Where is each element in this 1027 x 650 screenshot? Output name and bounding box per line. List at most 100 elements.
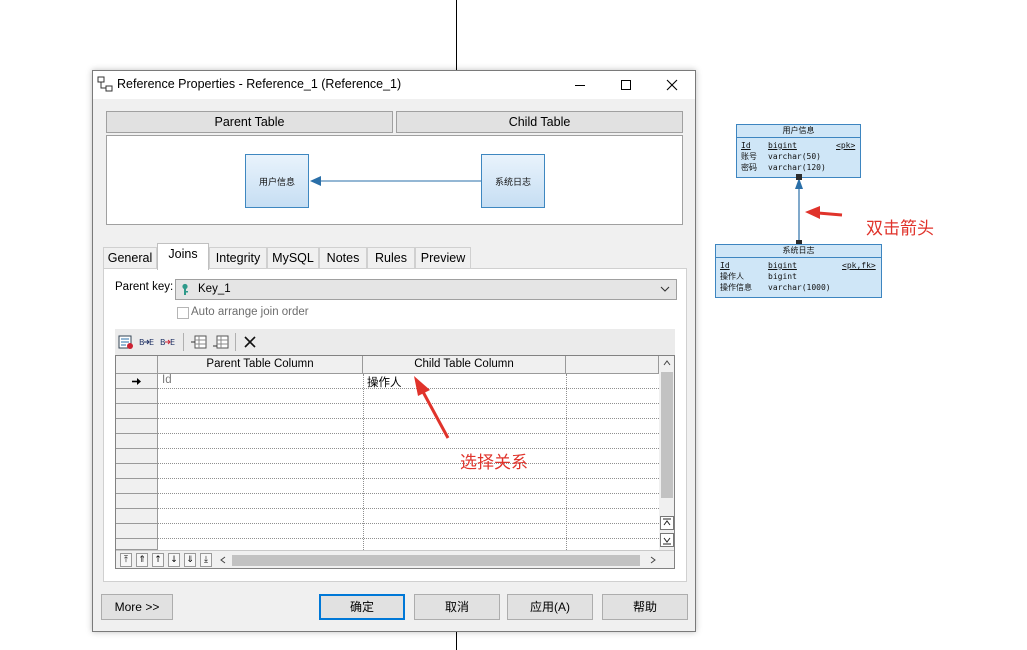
table-row[interactable] (158, 524, 659, 539)
reuse-columns-icon[interactable]: BE (139, 334, 155, 350)
scroll-up-icon[interactable] (663, 360, 671, 366)
log-col-key: <pk,fk> (842, 261, 876, 270)
tab-notes[interactable]: Notes (319, 247, 367, 269)
add-row-icon[interactable] (213, 334, 229, 350)
table-row[interactable] (158, 479, 659, 494)
scroll-thumb[interactable] (661, 372, 673, 498)
log-col-name: Id (720, 261, 730, 270)
parent-table-button[interactable]: Parent Table (106, 111, 393, 133)
more-button[interactable]: More >> (101, 594, 173, 620)
move-up-button[interactable]: ↑ (152, 553, 164, 567)
svg-text:B: B (160, 338, 166, 347)
apply-button[interactable]: 应用(A) (507, 594, 593, 620)
auto-arrange-label: Auto arrange join order (191, 306, 309, 318)
row-header[interactable] (116, 524, 158, 539)
reference-icon (97, 76, 113, 92)
parent-column-cell[interactable]: Id (162, 374, 172, 386)
move-bottom-button[interactable]: ⤓ (200, 553, 212, 567)
user-info-table-name: 用户信息 (737, 125, 860, 138)
delete-icon[interactable] (242, 334, 258, 350)
log-col-name: 操作信息 (720, 283, 752, 292)
insert-row-icon[interactable] (191, 334, 207, 350)
dialog-title: Reference Properties - Reference_1 (Refe… (117, 77, 402, 91)
user-info-table[interactable]: 用户信息 Id bigint <pk> 账号 varchar(50) 密码 va… (736, 124, 861, 178)
svg-text:E: E (149, 338, 154, 347)
diagram-parent-table[interactable]: 用户信息 (245, 154, 309, 208)
tab-integrity[interactable]: Integrity (209, 247, 267, 269)
row-header[interactable] (116, 434, 158, 449)
cancel-button[interactable]: 取消 (414, 594, 500, 620)
row-header-current[interactable] (116, 374, 158, 389)
system-log-table-name: 系统日志 (716, 245, 881, 258)
annotation-double-click: 双击箭头 (866, 219, 934, 239)
vertical-scrollbar[interactable] (659, 356, 674, 550)
key-icon (182, 283, 188, 295)
properties-icon[interactable] (118, 334, 134, 350)
move-down-page-button[interactable]: ⇓ (184, 553, 196, 567)
title-bar: Reference Properties - Reference_1 (Refe… (93, 71, 695, 99)
parent-column-header[interactable]: Parent Table Column (158, 356, 363, 374)
row-header[interactable] (116, 509, 158, 524)
tab-joins[interactable]: Joins (157, 243, 209, 270)
close-button[interactable] (649, 71, 695, 99)
canvas-line-bottom (456, 632, 457, 650)
arrow-right-icon (132, 378, 141, 385)
close-icon (666, 79, 678, 91)
help-button[interactable]: 帮助 (602, 594, 688, 620)
table-row[interactable] (158, 509, 659, 524)
table-row[interactable] (158, 449, 659, 464)
row-header[interactable] (116, 464, 158, 479)
row-header[interactable] (116, 539, 158, 550)
maximize-button[interactable] (603, 71, 649, 99)
row-header[interactable] (116, 419, 158, 434)
tab-mysql[interactable]: MySQL (267, 247, 319, 269)
tab-preview[interactable]: Preview (415, 247, 471, 269)
row-header[interactable] (116, 494, 158, 509)
user-col-type: varchar(50) (768, 152, 821, 161)
reference-diagram: 用户信息 系统日志 (106, 135, 683, 225)
toolbar-separator (183, 333, 184, 351)
user-col-key: <pk> (836, 141, 856, 150)
table-row[interactable] (158, 494, 659, 509)
auto-arrange-checkbox[interactable] (177, 307, 189, 319)
tab-general[interactable]: General (103, 247, 157, 269)
extra-column-header (566, 356, 659, 374)
scroll-left-icon[interactable] (220, 556, 226, 564)
user-col-type: bigint (768, 141, 797, 150)
diagram-child-table[interactable]: 系统日志 (481, 154, 545, 208)
horizontal-scroll-thumb[interactable] (232, 555, 640, 566)
diagram-reference-arrow (310, 176, 481, 186)
user-col-name: 账号 (741, 152, 757, 161)
minimize-button[interactable] (557, 71, 603, 99)
table-row[interactable] (158, 464, 659, 479)
parent-key-select[interactable]: Key_1 (175, 279, 677, 300)
joins-grid: Parent Table Column Child Table Column I… (115, 355, 675, 569)
child-column-cell[interactable]: 操作人 (367, 374, 402, 390)
row-header[interactable] (116, 404, 158, 419)
migrate-columns-icon[interactable]: BE (160, 334, 176, 350)
child-column-header[interactable]: Child Table Column (363, 356, 566, 374)
row-header[interactable] (116, 389, 158, 404)
scroll-right-icon[interactable] (650, 556, 656, 564)
log-col-type: bigint (768, 272, 797, 281)
page-down-icon[interactable] (660, 533, 674, 547)
joins-toolbar: BE BE (115, 329, 675, 355)
canvas-line-top (456, 0, 457, 70)
page-up-icon[interactable] (660, 516, 674, 530)
row-header[interactable] (116, 449, 158, 464)
child-table-button[interactable]: Child Table (396, 111, 683, 133)
svg-text:B: B (139, 338, 145, 347)
log-col-name: 操作人 (720, 272, 744, 281)
log-col-type: varchar(1000) (768, 283, 831, 292)
move-up-page-button[interactable]: ⇑ (136, 553, 148, 567)
ok-button[interactable]: 确定 (319, 594, 405, 620)
tab-rules[interactable]: Rules (367, 247, 415, 269)
log-col-type: bigint (768, 261, 797, 270)
minimize-icon (575, 85, 585, 86)
user-col-name: Id (741, 141, 751, 150)
system-log-table[interactable]: 系统日志 Id bigint <pk,fk> 操作人 bigint 操作信息 v… (715, 244, 882, 298)
move-down-button[interactable]: ↓ (168, 553, 180, 567)
maximize-icon (621, 80, 631, 90)
move-top-button[interactable]: ⤒ (120, 553, 132, 567)
row-header[interactable] (116, 479, 158, 494)
